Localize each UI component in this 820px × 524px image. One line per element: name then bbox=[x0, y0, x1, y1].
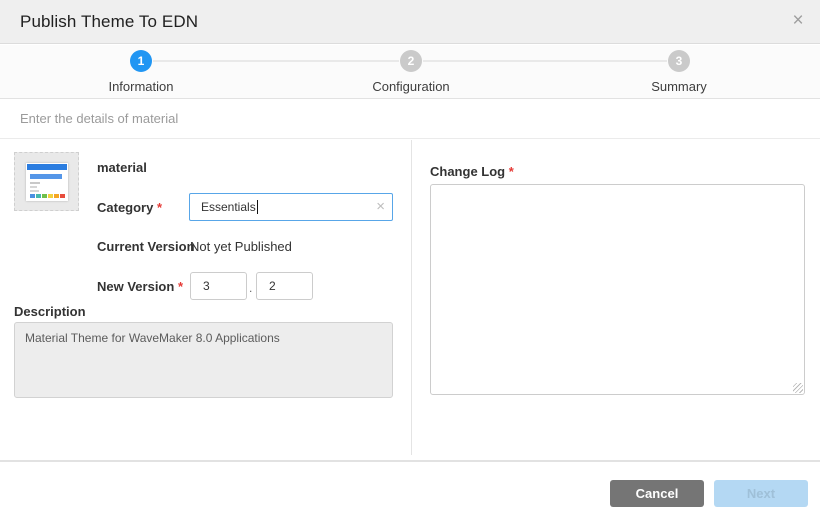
required-asterisk: * bbox=[178, 279, 183, 294]
clear-icon[interactable]: × bbox=[376, 199, 385, 215]
step-1-circle: 1 bbox=[130, 50, 152, 72]
change-log-field bbox=[430, 184, 805, 395]
cancel-button[interactable]: Cancel bbox=[610, 480, 704, 507]
step-information[interactable]: 1 Information bbox=[61, 50, 221, 94]
category-label: Category * bbox=[97, 200, 162, 215]
step-3-circle: 3 bbox=[668, 50, 690, 72]
new-version-label-text: New Version bbox=[97, 279, 174, 294]
current-version-value: Not yet Published bbox=[190, 239, 292, 254]
step-description-text: Enter the details of material bbox=[20, 111, 178, 126]
step-description-bar: Enter the details of material bbox=[0, 100, 820, 139]
next-button[interactable]: Next bbox=[714, 480, 808, 507]
required-asterisk: * bbox=[509, 164, 514, 179]
preview-color-swatches bbox=[30, 194, 65, 198]
category-input[interactable]: Essentials × bbox=[189, 193, 393, 221]
step-2-circle: 2 bbox=[400, 50, 422, 72]
close-icon[interactable]: × bbox=[784, 8, 812, 36]
required-asterisk: * bbox=[157, 200, 162, 215]
footer-divider bbox=[0, 460, 820, 462]
text-caret bbox=[257, 200, 258, 214]
step-1-label: Information bbox=[61, 79, 221, 94]
theme-name: material bbox=[97, 160, 147, 175]
dialog-title: Publish Theme To EDN bbox=[20, 12, 198, 32]
preview-blue-bar bbox=[30, 174, 62, 179]
change-log-label-text: Change Log bbox=[430, 164, 505, 179]
step-summary[interactable]: 3 Summary bbox=[599, 50, 759, 94]
preview-line bbox=[30, 182, 40, 184]
dialog-titlebar: Publish Theme To EDN × bbox=[0, 0, 820, 44]
theme-thumbnail bbox=[14, 152, 79, 211]
preview-line bbox=[30, 190, 39, 192]
change-log-textarea[interactable] bbox=[430, 184, 805, 395]
theme-preview-image bbox=[26, 163, 68, 201]
description-textarea: Material Theme for WaveMaker 8.0 Applica… bbox=[14, 322, 393, 398]
description-label: Description bbox=[14, 304, 86, 319]
step-3-label: Summary bbox=[599, 79, 759, 94]
preview-header-bar bbox=[27, 164, 67, 170]
step-configuration[interactable]: 2 Configuration bbox=[331, 50, 491, 94]
panel-divider bbox=[411, 140, 412, 455]
version-minor-input[interactable] bbox=[256, 272, 313, 300]
preview-line bbox=[30, 186, 37, 188]
change-log-label: Change Log * bbox=[430, 164, 514, 179]
step-2-label: Configuration bbox=[331, 79, 491, 94]
version-major-input[interactable] bbox=[190, 272, 247, 300]
current-version-label: Current Version bbox=[97, 239, 195, 254]
wizard-stepper: 1 Information 2 Configuration 3 Summary bbox=[0, 45, 820, 99]
version-separator: . bbox=[249, 281, 252, 295]
category-label-text: Category bbox=[97, 200, 153, 215]
new-version-label: New Version * bbox=[97, 279, 183, 294]
category-input-value: Essentials bbox=[201, 200, 256, 214]
